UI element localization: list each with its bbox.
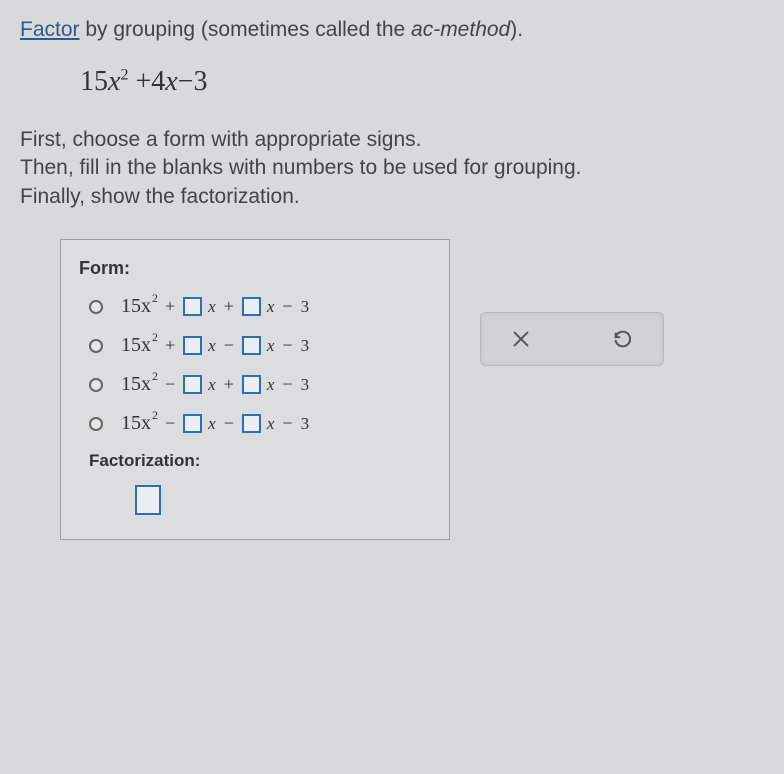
- plus-op: +: [135, 66, 151, 97]
- blank-input-4b[interactable]: [242, 414, 261, 433]
- option-row-2: 15x2 + x − x − 3: [89, 334, 431, 357]
- tail-const-1: 3: [301, 297, 310, 317]
- var-x-opt4b: x: [267, 414, 275, 434]
- ac-method-text: ac-method: [411, 18, 510, 41]
- var-x-opt4a: x: [208, 414, 216, 434]
- instruction-line-3: Finally, show the factorization.: [20, 183, 764, 211]
- factorization-input[interactable]: [135, 485, 161, 515]
- lead-exp-4: 2: [152, 408, 158, 422]
- option-4-expression: 15x2 − x − x − 3: [121, 412, 309, 435]
- blank-input-1a[interactable]: [183, 297, 202, 316]
- op-3b: +: [224, 374, 234, 395]
- lead-term-2: 15x: [121, 334, 151, 356]
- tail-op-2: −: [282, 335, 292, 356]
- close-icon[interactable]: [509, 327, 533, 351]
- form-panel: Form: 15x2 + x + x − 3 15x2 + x −: [60, 239, 450, 540]
- exponent-2: 2: [120, 67, 128, 84]
- blank-input-2a[interactable]: [183, 336, 202, 355]
- tail-const-2: 3: [301, 336, 310, 356]
- var-x-opt1a: x: [208, 297, 216, 317]
- toolbar: [480, 312, 664, 366]
- var-x-opt2b: x: [267, 336, 275, 356]
- option-2-expression: 15x2 + x − x − 3: [121, 334, 309, 357]
- var-x-2: x: [165, 66, 177, 97]
- tail-op-1: −: [282, 296, 292, 317]
- var-x-1: x: [108, 66, 120, 97]
- factorization-title: Factorization:: [89, 451, 431, 471]
- lead-coef: 15: [80, 66, 108, 97]
- option-1-expression: 15x2 + x + x − 3: [121, 295, 309, 318]
- lead-exp-3: 2: [152, 369, 158, 383]
- tail-const-4: 3: [301, 414, 310, 434]
- quadratic-expression: 15x2 +4x−3: [80, 66, 764, 98]
- prompt-rest-1: by grouping (sometimes called the: [80, 18, 412, 41]
- tail-const-3: 3: [301, 375, 310, 395]
- op-4a: −: [165, 413, 175, 434]
- lead-exp-2: 2: [152, 330, 158, 344]
- instructions-block: First, choose a form with appropriate si…: [20, 126, 764, 211]
- option-row-1: 15x2 + x + x − 3: [89, 295, 431, 318]
- blank-input-4a[interactable]: [183, 414, 202, 433]
- op-3a: −: [165, 374, 175, 395]
- prompt-end: ).: [510, 18, 523, 41]
- radio-option-3[interactable]: [89, 378, 103, 392]
- option-3-expression: 15x2 − x + x − 3: [121, 373, 309, 396]
- lead-term-4: 15x: [121, 412, 151, 434]
- mid-coef: 4: [151, 66, 165, 97]
- undo-icon[interactable]: [611, 327, 635, 351]
- prompt-text: Factor by grouping (sometimes called the…: [20, 18, 764, 42]
- lead-term: 15x: [121, 295, 151, 317]
- instruction-line-1: First, choose a form with appropriate si…: [20, 126, 764, 154]
- lead-exp: 2: [152, 291, 158, 305]
- op-4b: −: [224, 413, 234, 434]
- form-title: Form:: [79, 258, 431, 279]
- blank-input-3a[interactable]: [183, 375, 202, 394]
- factor-link[interactable]: Factor: [20, 18, 80, 41]
- radio-option-2[interactable]: [89, 339, 103, 353]
- option-row-4: 15x2 − x − x − 3: [89, 412, 431, 435]
- var-x-opt3a: x: [208, 375, 216, 395]
- minus-op: −: [178, 66, 194, 97]
- op-1b: +: [224, 296, 234, 317]
- op-1a: +: [165, 296, 175, 317]
- instruction-line-2: Then, fill in the blanks with numbers to…: [20, 154, 764, 182]
- var-x-opt3b: x: [267, 375, 275, 395]
- var-x-opt1b: x: [267, 297, 275, 317]
- const-3: 3: [193, 66, 207, 97]
- radio-option-1[interactable]: [89, 300, 103, 314]
- tail-op-3: −: [282, 374, 292, 395]
- lead-term-3: 15x: [121, 373, 151, 395]
- op-2b: −: [224, 335, 234, 356]
- blank-input-3b[interactable]: [242, 375, 261, 394]
- op-2a: +: [165, 335, 175, 356]
- blank-input-2b[interactable]: [242, 336, 261, 355]
- tail-op-4: −: [282, 413, 292, 434]
- option-row-3: 15x2 − x + x − 3: [89, 373, 431, 396]
- var-x-opt2a: x: [208, 336, 216, 356]
- radio-option-4[interactable]: [89, 417, 103, 431]
- blank-input-1b[interactable]: [242, 297, 261, 316]
